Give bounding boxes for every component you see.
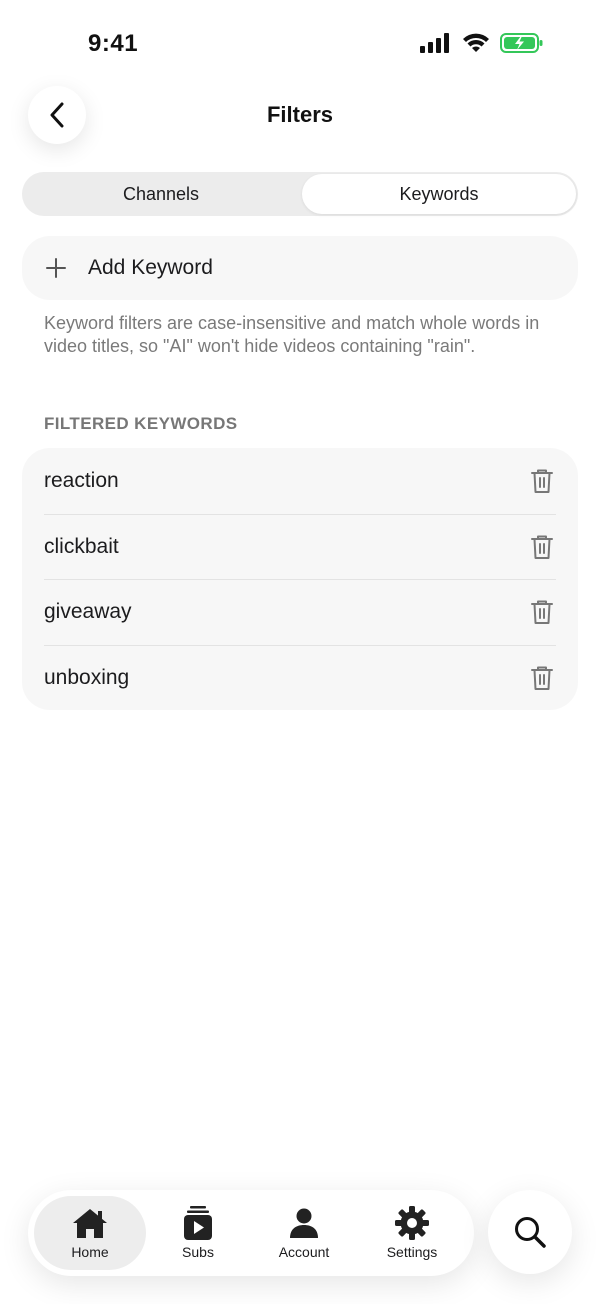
- cellular-signal-icon: [420, 33, 449, 53]
- add-keyword-button[interactable]: Add Keyword: [22, 236, 578, 300]
- trash-icon[interactable]: [530, 534, 554, 560]
- list-item: giveaway: [22, 579, 578, 645]
- tab-settings-label: Settings: [386, 1244, 438, 1260]
- tab-home[interactable]: Home: [34, 1196, 146, 1270]
- list-item: clickbait: [22, 513, 578, 580]
- tab-account-label: Account: [278, 1244, 330, 1260]
- trash-icon[interactable]: [530, 599, 554, 625]
- person-icon: [290, 1208, 318, 1238]
- keyword-text: reaction: [44, 469, 119, 492]
- tab-home-label: Home: [71, 1244, 109, 1260]
- plus-icon: [46, 258, 66, 278]
- battery-charging-icon: [500, 33, 543, 53]
- status-time: 9:41: [88, 30, 139, 57]
- section-header: FILTERED KEYWORDS: [44, 414, 238, 433]
- house-icon: [73, 1209, 107, 1238]
- trash-icon[interactable]: [530, 665, 554, 691]
- tab-settings[interactable]: Settings: [356, 1196, 468, 1270]
- status-bar: 9:41: [0, 0, 600, 80]
- trash-icon[interactable]: [530, 468, 554, 494]
- search-button[interactable]: [488, 1190, 572, 1274]
- keyword-list: reaction clickbait giveaway unboxing: [22, 448, 578, 710]
- tab-subs[interactable]: Subs: [142, 1196, 254, 1270]
- tab-bar: Home Subs Account Settings: [28, 1190, 474, 1276]
- wifi-icon: [463, 33, 489, 52]
- subscriptions-icon: [184, 1206, 212, 1240]
- page-title: Filters: [266, 102, 334, 127]
- tab-channels[interactable]: Channels: [22, 172, 300, 216]
- tab-keywords[interactable]: Keywords: [302, 174, 576, 214]
- tab-subs-label: Subs: [182, 1244, 214, 1260]
- keyword-text: clickbait: [44, 534, 119, 558]
- segmented-control: Channels Keywords: [22, 172, 578, 216]
- gear-icon: [395, 1206, 429, 1240]
- status-icons: [420, 32, 544, 54]
- list-item: reaction: [22, 448, 578, 514]
- add-keyword-label: Add Keyword: [88, 256, 213, 279]
- help-text: Keyword filters are case-insensitive and…: [44, 313, 540, 356]
- keyword-text: giveaway: [44, 600, 132, 623]
- list-item: unboxing: [22, 644, 578, 711]
- keyword-text: unboxing: [44, 665, 130, 689]
- magnifier-icon: [515, 1217, 546, 1248]
- tab-account[interactable]: Account: [248, 1196, 360, 1270]
